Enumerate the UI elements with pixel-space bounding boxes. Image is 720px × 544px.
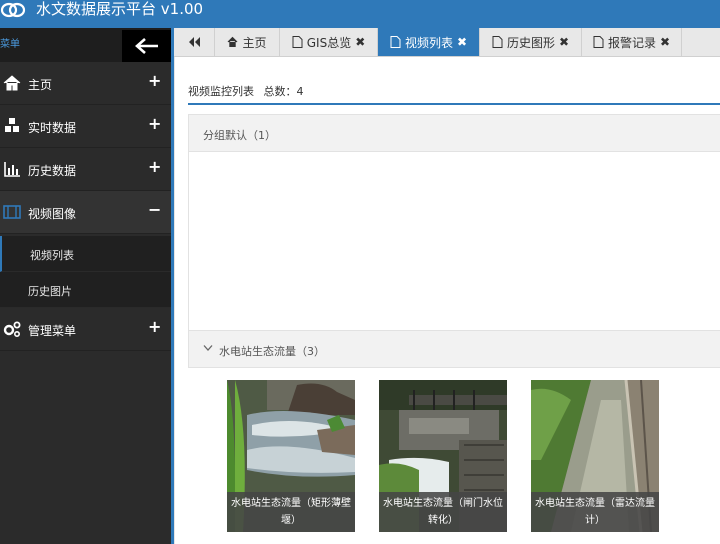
file-icon	[390, 36, 401, 48]
sidebar-top: 菜单	[0, 28, 171, 62]
sidebar-item-label: 历史数据	[28, 164, 77, 178]
sidebar-subitem-video-list[interactable]: 视频列表	[0, 236, 171, 272]
video-card[interactable]: 水电站生态流量（雷达流量计）	[531, 380, 659, 532]
tab-bar: 主页 GIS总览 ✖ 视频列表 ✖ 历史图形 ✖ 报警记录 ✖	[174, 28, 720, 57]
tab-history-graphs[interactable]: 历史图形 ✖	[480, 28, 582, 56]
video-caption: 水电站生态流量（矩形薄壁堰）	[227, 492, 355, 532]
list-title: 视频监控列表	[188, 85, 254, 98]
video-card[interactable]: 水电站生态流量（闸门水位转化）	[379, 380, 507, 532]
list-header: 视频监控列表 总数：4	[188, 83, 304, 99]
sidebar-subitem-label: 视频列表	[30, 249, 74, 262]
sidebar-item-label: 视频图像	[28, 207, 77, 221]
sidebar-item-video-images[interactable]: 视频图像 −	[0, 191, 171, 234]
group-label: 分组默认（1）	[203, 129, 276, 142]
file-icon	[593, 36, 604, 48]
close-icon[interactable]: ✖	[559, 35, 569, 49]
backward-icon	[189, 37, 200, 47]
video-caption: 水电站生态流量（闸门水位转化）	[379, 492, 507, 532]
sidebar-item-history-data[interactable]: 历史数据 +	[0, 148, 171, 191]
video-caption: 水电站生态流量（雷达流量计）	[531, 492, 659, 532]
expand-icon: +	[148, 157, 162, 176]
tab-video-list[interactable]: 视频列表 ✖	[378, 28, 480, 56]
gears-icon	[3, 321, 21, 338]
bar-chart-icon	[4, 162, 20, 177]
tab-home[interactable]: 主页	[215, 28, 280, 56]
sidebar-menu-label: 菜单	[0, 39, 20, 50]
sidebar-item-home[interactable]: 主页 +	[0, 62, 171, 105]
tab-label: 视频列表	[404, 35, 453, 50]
sidebar: 菜单 主页 + 实时数据 + 历史数据 + 视频图像 − 视频列表 历史图片 管…	[0, 28, 174, 544]
header-divider	[188, 103, 720, 105]
close-icon[interactable]: ✖	[355, 35, 365, 49]
home-icon	[228, 36, 238, 48]
app-header: 水文数据展示平台 v1.00	[0, 0, 720, 28]
close-icon[interactable]: ✖	[660, 35, 670, 49]
tab-label: 报警记录	[607, 35, 656, 50]
close-icon[interactable]: ✖	[457, 35, 467, 49]
group-header-default[interactable]: 分组默认（1）	[188, 114, 720, 152]
total-count: 总数：4	[263, 85, 304, 98]
logo-icon	[0, 2, 26, 18]
film-icon	[3, 205, 21, 219]
tab-label: 历史图形	[506, 35, 555, 50]
app-title: 水文数据展示平台 v1.00	[36, 0, 204, 18]
sidebar-item-label: 主页	[28, 78, 53, 92]
content-area: 视频监控列表 总数：4 分组默认（1） 水电站生态流量（3） 水电站生态流量（矩…	[174, 57, 720, 544]
tab-label: 主页	[242, 35, 267, 50]
chevron-down-icon	[203, 345, 213, 351]
file-icon	[292, 36, 303, 48]
sidebar-item-realtime-data[interactable]: 实时数据 +	[0, 105, 171, 148]
group-body-default	[188, 152, 720, 330]
sidebar-subitem-label: 历史图片	[28, 285, 72, 298]
expand-icon: +	[148, 114, 162, 133]
sidebar-subitem-history-pictures[interactable]: 历史图片	[0, 272, 171, 308]
tab-alarm-records[interactable]: 报警记录 ✖	[582, 28, 682, 56]
collapse-sidebar-button[interactable]	[122, 30, 171, 62]
tab-scroll-left-button[interactable]	[174, 28, 215, 56]
expand-icon: +	[148, 71, 162, 90]
collapse-icon: −	[148, 200, 162, 219]
expand-icon: +	[148, 317, 162, 336]
cubes-icon	[5, 118, 19, 132]
file-icon	[492, 36, 503, 48]
sidebar-item-admin-menu[interactable]: 管理菜单 +	[0, 308, 171, 351]
group-label: 水电站生态流量（3）	[219, 345, 325, 358]
tab-label: GIS总览	[306, 35, 352, 50]
home-icon	[3, 75, 21, 91]
arrow-left-icon	[134, 38, 158, 54]
sidebar-item-label: 实时数据	[28, 121, 77, 135]
sidebar-item-label: 管理菜单	[28, 324, 77, 338]
tab-gis-overview[interactable]: GIS总览 ✖	[280, 28, 378, 56]
group-header-eco-flow[interactable]: 水电站生态流量（3）	[188, 330, 720, 368]
video-card[interactable]: 水电站生态流量（矩形薄壁堰）	[227, 380, 355, 532]
